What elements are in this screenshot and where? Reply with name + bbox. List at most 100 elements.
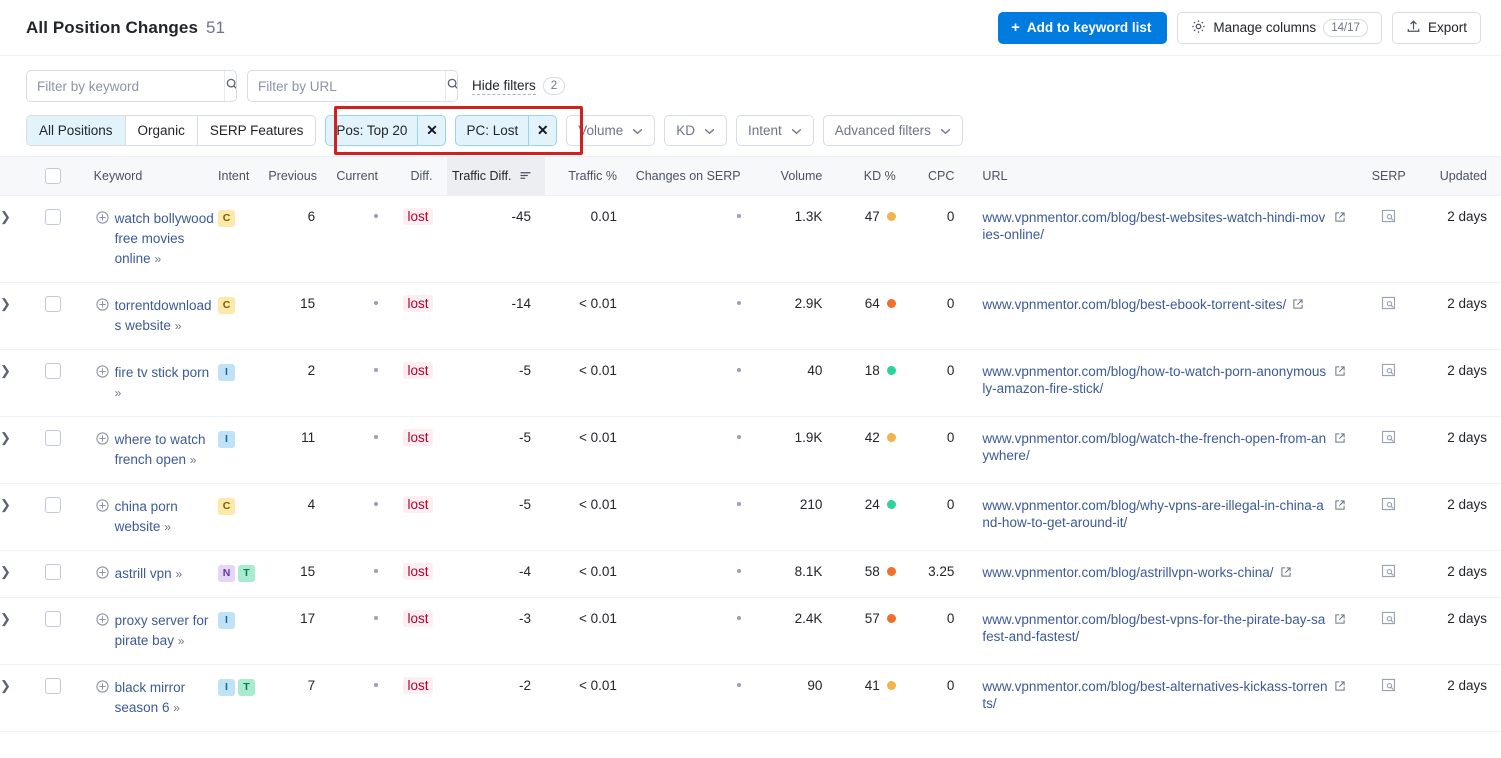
table-row[interactable]: ❯ astrill vpn » NT 15 lost -4 < 0.01 8.1… (0, 550, 1501, 598)
table-row[interactable]: ❯ fire tv stick porn » I 2 lost -5 < 0.0… (0, 349, 1501, 417)
row-select-cell[interactable] (27, 349, 80, 417)
row-select-cell[interactable] (27, 664, 80, 732)
serp-preview-icon[interactable] (1381, 296, 1396, 313)
row-expand-cell[interactable]: ❯ (0, 664, 28, 732)
filter-chip-position-change[interactable]: PC: Lost ✕ (455, 115, 558, 146)
search-input-url[interactable] (248, 71, 445, 101)
row-expand-cell[interactable]: ❯ (0, 195, 28, 283)
kd-dropdown[interactable]: KD (664, 115, 728, 146)
keyword-filter[interactable] (26, 70, 237, 102)
th-select-all[interactable] (27, 156, 80, 196)
url-link[interactable]: www.vpnmentor.com/blog/how-to-watch-porn… (982, 363, 1328, 397)
th-diff[interactable]: Diff. (392, 156, 447, 196)
chevron-right-icon[interactable]: ❯ (0, 678, 11, 694)
segment-serp-features[interactable]: SERP Features (197, 116, 316, 145)
add-keyword-icon[interactable] (96, 680, 109, 696)
add-keyword-icon[interactable] (96, 566, 109, 582)
row-expand-cell[interactable]: ❯ (0, 349, 28, 417)
export-button[interactable]: Export (1391, 11, 1481, 44)
add-keyword-icon[interactable] (96, 365, 109, 381)
add-keyword-icon[interactable] (96, 298, 109, 314)
external-link-icon[interactable] (1334, 432, 1346, 447)
url-filter[interactable] (247, 70, 458, 102)
row-expand-cell[interactable]: ❯ (0, 282, 28, 350)
table-row[interactable]: ❯ torrentdownloads website » C 15 lost -… (0, 282, 1501, 350)
add-to-keyword-list-button[interactable]: + Add to keyword list (998, 11, 1168, 44)
url-search-button[interactable] (445, 71, 457, 101)
search-input-keyword[interactable] (27, 71, 224, 101)
chevron-right-icon[interactable]: ❯ (0, 363, 11, 379)
add-keyword-icon[interactable] (96, 211, 109, 227)
th-cpc[interactable]: CPC (909, 156, 969, 196)
segment-all-positions[interactable]: All Positions (27, 116, 126, 145)
chevron-right-icon[interactable]: ❯ (0, 497, 11, 513)
external-link-icon[interactable] (1292, 298, 1304, 313)
row-select-cell[interactable] (27, 282, 80, 350)
row-checkbox[interactable] (45, 209, 62, 226)
keyword-search-button[interactable] (224, 71, 236, 101)
table-row[interactable]: ❯ proxy server for pirate bay » I 17 los… (0, 597, 1501, 665)
th-serp[interactable]: SERP (1356, 156, 1422, 196)
url-link[interactable]: www.vpnmentor.com/blog/why-vpns-are-ille… (982, 497, 1328, 531)
external-link-icon[interactable] (1334, 365, 1346, 380)
external-link-icon[interactable] (1334, 499, 1346, 514)
row-expand-cell[interactable]: ❯ (0, 416, 28, 484)
th-volume[interactable]: Volume (754, 156, 837, 196)
keyword-link[interactable]: proxy server for pirate bay » (115, 611, 218, 651)
select-all-checkbox[interactable] (45, 168, 62, 184)
row-select-cell[interactable] (27, 416, 80, 484)
url-link[interactable]: www.vpnmentor.com/blog/watch-the-french-… (982, 430, 1328, 464)
row-select-cell[interactable] (27, 597, 80, 665)
th-traffic-percent[interactable]: Traffic % (545, 156, 631, 196)
url-link[interactable]: www.vpnmentor.com/blog/best-websites-wat… (982, 209, 1328, 243)
intent-dropdown[interactable]: Intent (736, 115, 814, 146)
serp-preview-icon[interactable] (1381, 678, 1396, 695)
filter-chip-position[interactable]: Pos: Top 20 ✕ (325, 115, 447, 146)
external-link-icon[interactable] (1334, 211, 1346, 226)
external-link-icon[interactable] (1280, 566, 1292, 581)
segment-organic[interactable]: Organic (125, 116, 198, 145)
chevron-right-icon[interactable]: ❯ (0, 611, 11, 627)
serp-preview-icon[interactable] (1381, 209, 1396, 226)
th-updated[interactable]: Updated (1421, 156, 1501, 196)
row-checkbox[interactable] (45, 296, 62, 313)
table-row[interactable]: ❯ watch bollywood free movies online » C… (0, 195, 1501, 283)
chevron-right-icon[interactable]: ❯ (0, 209, 11, 225)
row-checkbox[interactable] (45, 611, 62, 628)
add-keyword-icon[interactable] (96, 432, 109, 448)
add-keyword-icon[interactable] (96, 613, 109, 629)
row-checkbox[interactable] (45, 363, 62, 380)
serp-preview-icon[interactable] (1381, 497, 1396, 514)
manage-columns-button[interactable]: Manage columns 14/17 (1177, 11, 1382, 44)
row-expand-cell[interactable]: ❯ (0, 550, 28, 598)
serp-preview-icon[interactable] (1381, 611, 1396, 628)
keyword-link[interactable]: black mirror season 6 » (115, 678, 218, 718)
th-url[interactable]: URL (968, 156, 1357, 196)
table-row[interactable]: ❯ china porn website » C 4 lost -5 < 0.0… (0, 483, 1501, 551)
row-expand-cell[interactable]: ❯ (0, 597, 28, 665)
th-previous[interactable]: Previous (268, 156, 330, 196)
keyword-link[interactable]: where to watch french open » (115, 430, 218, 470)
volume-dropdown[interactable]: Volume (566, 115, 656, 146)
th-changes-on-serp[interactable]: Changes on SERP (630, 156, 755, 196)
serp-preview-icon[interactable] (1381, 430, 1396, 447)
external-link-icon[interactable] (1334, 613, 1346, 628)
row-checkbox[interactable] (45, 564, 62, 581)
serp-preview-icon[interactable] (1381, 564, 1396, 581)
close-icon[interactable]: ✕ (528, 116, 556, 145)
serp-cell[interactable] (1356, 664, 1422, 732)
row-select-cell[interactable] (27, 550, 80, 598)
keyword-link[interactable]: astrill vpn » (115, 564, 182, 584)
serp-cell[interactable] (1356, 483, 1422, 551)
th-intent[interactable]: Intent (218, 156, 269, 196)
serp-cell[interactable] (1356, 416, 1422, 484)
url-link[interactable]: www.vpnmentor.com/blog/best-ebook-torren… (982, 296, 1286, 313)
serp-cell[interactable] (1356, 597, 1422, 665)
row-expand-cell[interactable]: ❯ (0, 483, 28, 551)
row-checkbox[interactable] (45, 430, 62, 447)
serp-cell[interactable] (1356, 195, 1422, 283)
th-kd[interactable]: KD % (836, 156, 910, 196)
add-keyword-icon[interactable] (96, 499, 109, 515)
advanced-filters-dropdown[interactable]: Advanced filters (822, 115, 963, 146)
keyword-link[interactable]: torrentdownloads website » (115, 296, 218, 336)
